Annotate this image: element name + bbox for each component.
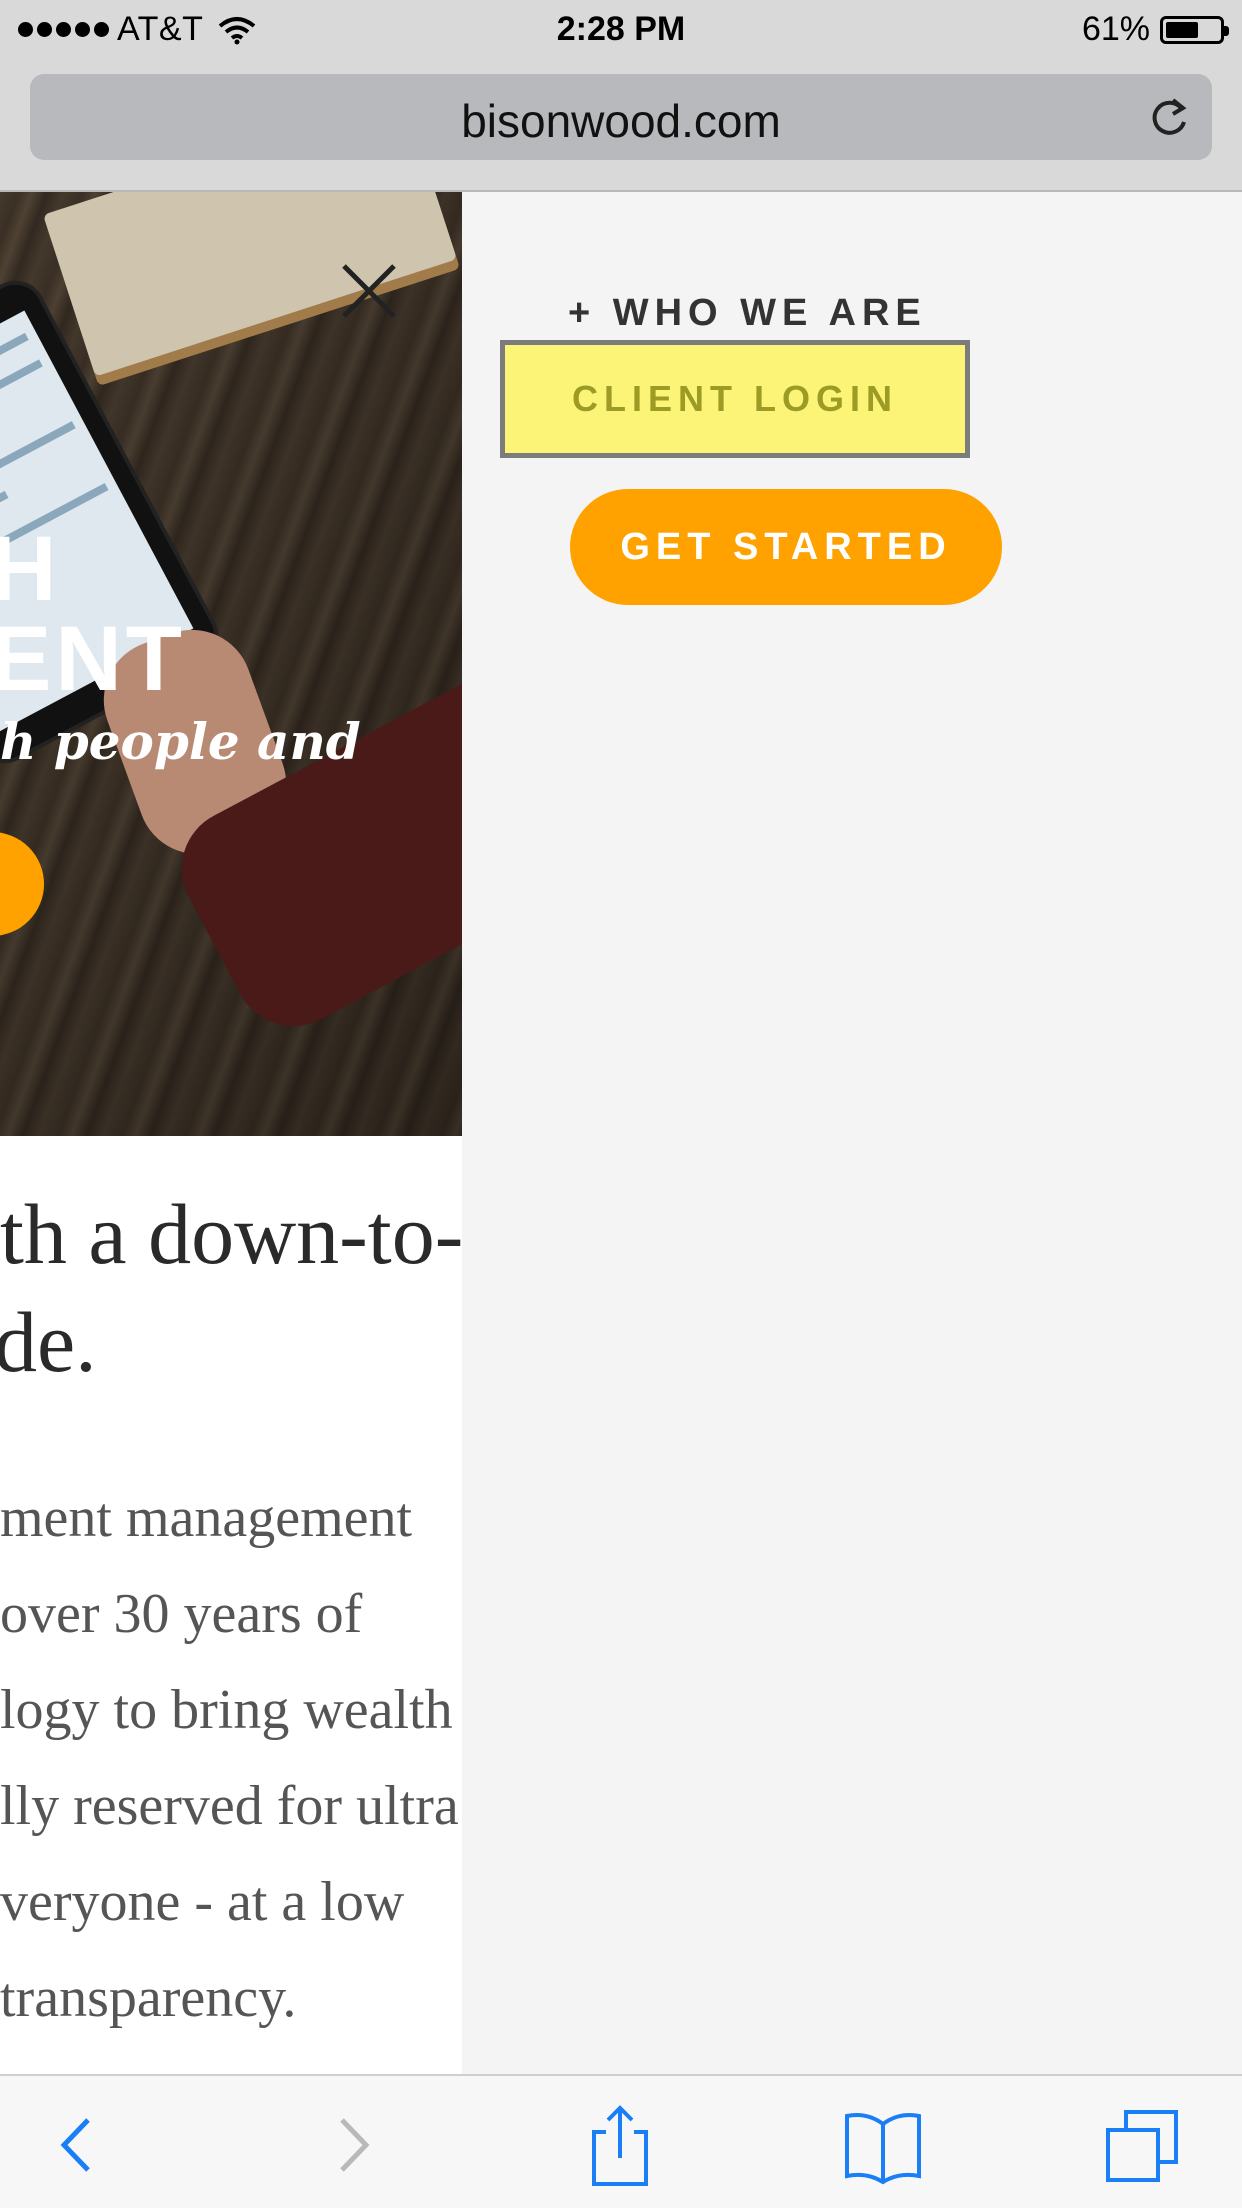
intro-paragraph: ment management over 30 years of logy to… [0,1470,462,2046]
status-bar: AT&T 2:28 PM 61% [0,0,1242,60]
battery-icon [1160,15,1229,44]
reload-icon[interactable] [1146,94,1192,140]
menu-item-who-we-are[interactable]: + WHO WE ARE [568,292,927,335]
hero-image: H ENT h people and [0,192,462,1136]
status-right: 61% [1081,10,1229,49]
hero-headline-line2: ENT [0,608,186,710]
paragraph-line: veryone - at a low [0,1871,405,1933]
tabs-icon[interactable] [1104,2102,1184,2188]
paragraph-line: ment management [0,1487,413,1549]
clock: 2:28 PM [556,10,686,48]
browser-address-area: bisonwood.com [0,60,1242,192]
get-started-button[interactable]: GET STARTED [570,489,1002,605]
paragraph-line: lly reserved for ultra [0,1775,459,1837]
url-text[interactable]: bisonwood.com [30,94,1212,148]
share-icon[interactable] [580,2102,660,2188]
paragraph-line: over 30 years of [0,1583,363,1645]
paragraph-line: logy to bring wealth [0,1679,453,1741]
section-heading-line1: th a down-to- [0,1186,464,1282]
browser-toolbar [0,2074,1242,2208]
client-login-button[interactable]: CLIENT LOGIN [500,340,970,458]
hero-tagline: h people and [0,712,361,771]
back-icon[interactable] [38,2102,118,2188]
battery-percentage: 61% [1081,10,1150,48]
section-heading: th a down-to- de. [0,1180,464,1396]
hero-cta-button[interactable] [0,832,44,936]
forward-icon[interactable] [312,2102,392,2188]
section-heading-line2: de. [0,1294,97,1390]
paragraph-line: transparency. [0,1967,297,2029]
bookmarks-icon[interactable] [843,2102,923,2188]
address-bar[interactable]: bisonwood.com [30,74,1212,160]
close-icon[interactable] [340,262,398,320]
